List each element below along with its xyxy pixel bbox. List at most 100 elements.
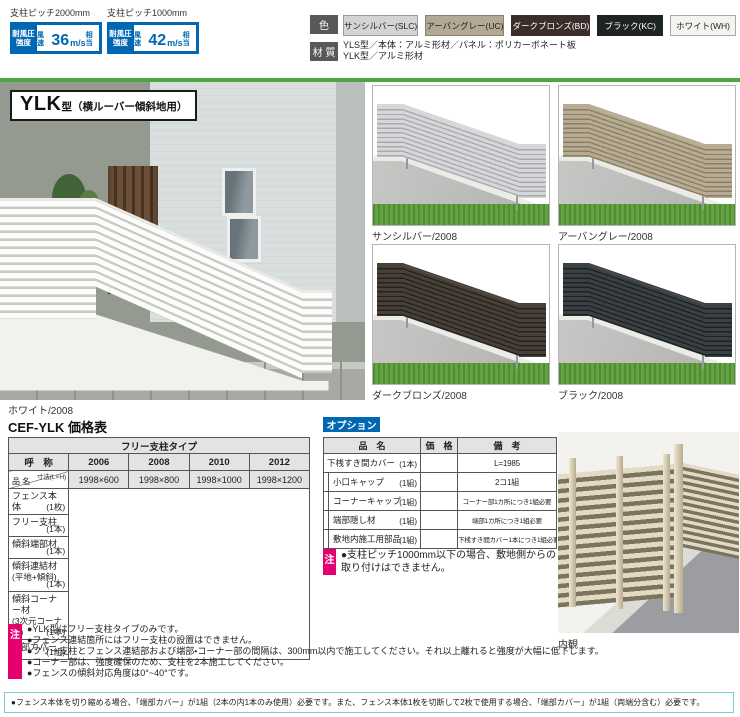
- price-col-header: 呼 称: [9, 454, 69, 471]
- product-title-main: YLK: [20, 93, 62, 115]
- option-remark: L=1985: [458, 454, 557, 473]
- option-price: [421, 511, 458, 530]
- option-remark: 2コ1組: [458, 473, 557, 492]
- fence-panel-left: [377, 263, 403, 316]
- pitch-label: 支柱ピッチ2000mm: [10, 6, 102, 19]
- variant-photo-black: [558, 244, 736, 385]
- footer-note: ●フェンス本体を切り縮める場合、「端部カバー」が1組（2本の内1本のみ使用）必要…: [4, 692, 734, 713]
- fence-panel-left: [377, 104, 403, 157]
- product-title-sub: 型（横ルーバー傾斜地用）: [62, 101, 188, 113]
- size-cell: 1998×1000: [189, 471, 249, 489]
- fence-panel-left: [563, 263, 589, 316]
- color-label: 色: [310, 15, 338, 34]
- fence-panel-right: [705, 144, 732, 197]
- option-price: [421, 454, 458, 473]
- variant-photo-sunsilver: [372, 85, 550, 226]
- option-name: 敷地内施工用部品 (1組): [324, 530, 421, 549]
- pitch-label: 支柱ピッチ1000mm: [107, 6, 199, 19]
- grass: [559, 363, 735, 384]
- variant-caption: ダークブロンズ/2008: [372, 387, 467, 402]
- pitch-spec-2000: 支柱ピッチ2000mm 耐風圧 強度 風速 36 m/s 相当: [10, 6, 102, 54]
- note-line: ●フリー支柱とフェンス連結部および端部・コーナー部の間隔は、300mm以内で施工…: [27, 646, 604, 657]
- opt-col-name: 品 名: [324, 438, 421, 454]
- option-remark: 端部1カ所につき1組必要: [458, 511, 557, 530]
- wind-speed-value: 風速 42 m/s 相当: [134, 25, 196, 51]
- material-line-yls: YLS型／本体：アルミ形材／パネル：ポリカーボネート板: [343, 40, 576, 51]
- grass: [559, 204, 735, 225]
- grass: [373, 363, 549, 384]
- note-badge: 注: [323, 549, 336, 575]
- fence-panel-right: [519, 144, 546, 197]
- option-name: コーナーキャップ (1組): [324, 492, 421, 511]
- option-price: [421, 492, 458, 511]
- color-swatch-sunsilver: サンシルバー(SLC): [343, 15, 418, 36]
- wind-resistance-badge: 耐風圧 強度 風速 36 m/s 相当: [10, 22, 102, 54]
- variant-caption: サンシルバー/2008: [372, 228, 457, 243]
- price-row-name: 傾斜端部材 (1本): [9, 537, 69, 559]
- fence-panel-left: [0, 198, 96, 319]
- diag-item-name: 品 名: [12, 476, 30, 487]
- option-remark: 下桟すき間カバー1本につき1組必要: [458, 530, 557, 549]
- variant-caption: アーバングレー/2008: [558, 228, 653, 243]
- price-row-name: フェンス本体 (1枚): [9, 489, 69, 515]
- opt-col-remark: 備 考: [458, 438, 557, 454]
- note-list: ●YLK型はフリー支柱タイプのみです。 ●フェンス連結箇所にはフリー支柱の設置は…: [27, 624, 604, 679]
- interior-photo: [558, 432, 739, 633]
- material-label: 材 質: [310, 42, 338, 61]
- fence-panel-right: [302, 290, 332, 373]
- note-badge: 注: [8, 624, 22, 679]
- price-type-header: フリー支柱タイプ: [9, 438, 310, 454]
- house-wall-edge: [336, 82, 365, 322]
- color-swatch-row: サンシルバー(SLC) アーバングレー(UC) ダークブロンズ(BD) ブラック…: [343, 15, 736, 36]
- option-price: [421, 473, 458, 492]
- fence-post: [663, 454, 670, 611]
- color-swatch-darkbronze: ダークブロンズ(BD): [511, 15, 590, 36]
- option-name: 端部隠し材 (1組): [324, 511, 421, 530]
- options-note-text: ●支柱ピッチ1000mm以下の場合、敷地側からの取り付けはできません。: [341, 549, 559, 575]
- price-table-title: CEF-YLK 価格表: [8, 417, 107, 436]
- catalog-page: 支柱ピッチ2000mm 耐風圧 強度 風速 36 m/s 相当 支柱ピッチ100…: [0, 0, 740, 717]
- interior-caption: 内観: [558, 636, 578, 651]
- options-table: 品 名 価 格 備 考 下桟すき間カバー (1本) L=1985 小口キャップ …: [323, 437, 557, 549]
- variant-photo-darkbronze: [372, 244, 550, 385]
- color-swatch-urbangray: アーバングレー(UC): [425, 15, 504, 36]
- note-line: ●コーナー部は、強度確保のため、支柱を2本施工してください。: [27, 657, 604, 668]
- color-swatch-white: ホワイト(WH): [670, 15, 736, 36]
- fence-panel-right: [705, 303, 732, 356]
- pitch-spec-1000: 支柱ピッチ1000mm 耐風圧 強度 風速 42 m/s 相当: [107, 6, 199, 54]
- size-cell: 1998×600: [69, 471, 129, 489]
- option-price: [421, 530, 458, 549]
- grass: [373, 204, 549, 225]
- size-cell: 1998×800: [129, 471, 189, 489]
- option-name: 下桟すき間カバー (1本): [324, 454, 421, 473]
- variant-photo-urbangray: [558, 85, 736, 226]
- window: [227, 216, 261, 262]
- fence-post: [569, 458, 576, 607]
- diagonal-header-cell: 品 名 寸法(L×H): [9, 471, 69, 489]
- price-col-2012: 2012: [249, 454, 309, 471]
- options-note: 注 ●支柱ピッチ1000mm以下の場合、敷地側からの取り付けはできません。: [323, 549, 561, 575]
- note-line: ●フェンスの傾斜対応角度は0°~40°です。: [27, 668, 604, 679]
- option-remark: コーナー部1カ所につき1組必要: [458, 492, 557, 511]
- price-row-name: 傾斜連結材 (平地+傾斜) (1本): [9, 559, 69, 592]
- note-line: ●YLK型はフリー支柱タイプのみです。: [27, 624, 604, 635]
- fence-panel-left: [563, 104, 589, 157]
- price-col-2008: 2008: [129, 454, 189, 471]
- material-description: YLS型／本体：アルミ形材／パネル：ポリカーボネート板 YLK型／アルミ形材: [343, 40, 576, 62]
- fence-panel-right: [519, 303, 546, 356]
- main-photo: YLK型（横ルーバー傾斜地用）: [0, 82, 365, 400]
- window: [222, 168, 256, 216]
- product-title-box: YLK型（横ルーバー傾斜地用）: [10, 90, 197, 121]
- option-name: 小口キャップ (1組): [324, 473, 421, 492]
- wind-speed-value: 風速 36 m/s 相当: [37, 25, 99, 51]
- price-row-name: フリー支柱 (1本): [9, 515, 69, 537]
- price-col-2006: 2006: [69, 454, 129, 471]
- fence-panel-interior-right: [677, 462, 739, 559]
- note-line: ●フェンス連結箇所にはフリー支柱の設置はできません。: [27, 635, 604, 646]
- opt-col-price: 価 格: [421, 438, 458, 454]
- diag-size: 寸法(L×H): [37, 471, 66, 481]
- options-title: オプション: [323, 417, 380, 432]
- price-notes: 注 ●YLK型はフリー支柱タイプのみです。 ●フェンス連結箇所にはフリー支柱の設…: [8, 624, 604, 679]
- wind-badge-title: 耐風圧 強度: [10, 22, 37, 54]
- wind-resistance-badge: 耐風圧 強度 風速 42 m/s 相当: [107, 22, 199, 54]
